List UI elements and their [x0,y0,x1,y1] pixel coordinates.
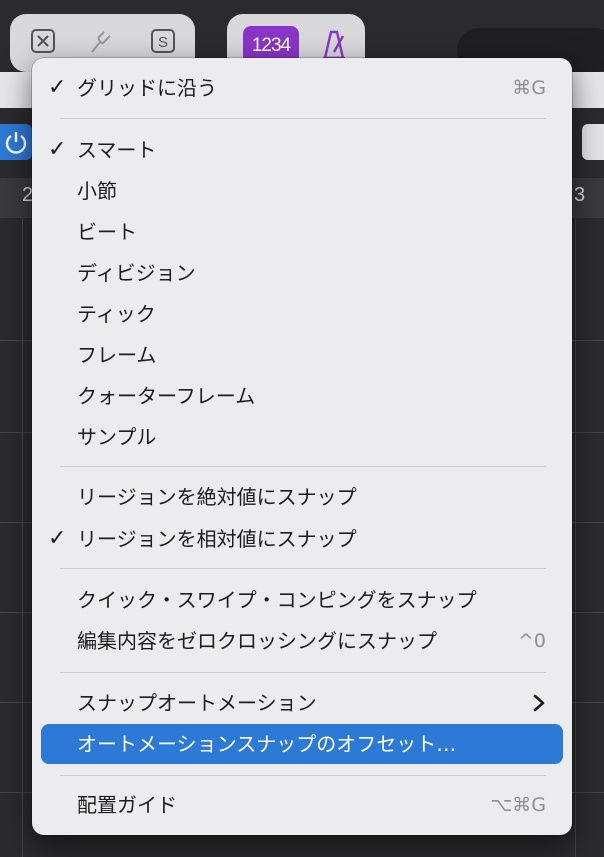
power-icon [5,132,27,154]
grid-line [575,218,576,857]
menu-item-beat[interactable]: ビート [32,212,572,252]
menu-item-label: 編集内容をゼロクロッシングにスナップ [77,629,437,653]
menu-separator [60,118,546,119]
menu-item-label: スナップオートメーション [77,691,317,715]
menu-item-snap-regions-absolute[interactable]: リージョンを絶対値にスナップ [32,477,572,517]
menu-separator [60,672,546,673]
grid-line [22,218,23,857]
menu-item-quarter-frame[interactable]: クォーターフレーム [32,376,572,416]
menu-item-division[interactable]: ディビジョン [32,253,572,293]
tuning-fork-icon[interactable] [88,28,114,54]
checkmark-icon: ✓ [48,137,67,162]
menu-item-label: オートメーションスナップのオフセット… [77,732,457,756]
menu-item-label: ディビジョン [77,261,196,285]
menu-item-automation-snap-offset[interactable]: オートメーションスナップのオフセット… [41,724,563,764]
menu-item-snap-edits-zero-crossings[interactable]: 編集内容をゼロクロッシングにスナップ ^0 [32,621,572,661]
x-box-icon[interactable] [30,28,56,54]
power-button[interactable] [0,124,32,160]
chevron-right-icon [533,694,545,712]
menu-item-label: サンプル [77,425,157,449]
menu-item-snap-quick-swipe-comping[interactable]: クイック・スワイプ・コンピングをスナップ [32,580,572,620]
edge-button[interactable] [582,124,604,160]
menu-item-alignment-guides[interactable]: 配置ガイド ⌥⌘G [32,785,572,825]
menu-item-label: 配置ガイド [77,793,177,817]
ruler-bar-number: 3 [574,184,586,206]
menu-item-smart[interactable]: ✓ スマート [32,130,572,170]
menu-item-snap-regions-relative[interactable]: ✓ リージョンを相対値にスナップ [32,519,572,559]
menu-item-snap-automation[interactable]: スナップオートメーション [32,683,572,723]
menu-separator [60,466,546,467]
menu-item-label: クォーターフレーム [77,384,256,408]
menu-item-bar[interactable]: 小節 [32,171,572,211]
menu-item-shortcut: ⌘G [512,77,546,99]
menu-item-samples[interactable]: サンプル [32,417,572,457]
menu-item-label: ティック [77,302,156,326]
menu-item-label: 小節 [77,179,117,203]
menu-item-label: リージョンを相対値にスナップ [77,527,357,551]
snap-menu: ✓ グリッドに沿う ⌘G ✓ スマート 小節 ビート ディビジョン ティック フ… [32,58,572,835]
menu-item-label: クイック・スワイプ・コンピングをスナップ [77,588,477,612]
menu-item-ticks[interactable]: ティック [32,294,572,334]
menu-separator [60,775,546,776]
menu-item-label: ビート [77,220,137,244]
menu-item-label: スマート [77,138,157,162]
menu-item-label: リージョンを絶対値にスナップ [77,485,357,509]
menu-item-shortcut: ^0 [517,630,546,652]
checkmark-icon: ✓ [48,526,67,551]
menu-item-shortcut: ⌥⌘G [490,794,546,816]
svg-text:S: S [158,34,168,51]
checkmark-icon: ✓ [48,75,67,100]
metronome-icon[interactable] [317,28,351,60]
menu-separator [60,568,546,569]
menu-item-snap-to-grid[interactable]: ✓ グリッドに沿う ⌘G [32,68,572,108]
menu-item-frame[interactable]: フレーム [32,335,572,375]
s-box-icon[interactable]: S [150,28,176,54]
menu-item-label: グリッドに沿う [77,76,217,100]
menu-item-label: フレーム [77,343,157,367]
